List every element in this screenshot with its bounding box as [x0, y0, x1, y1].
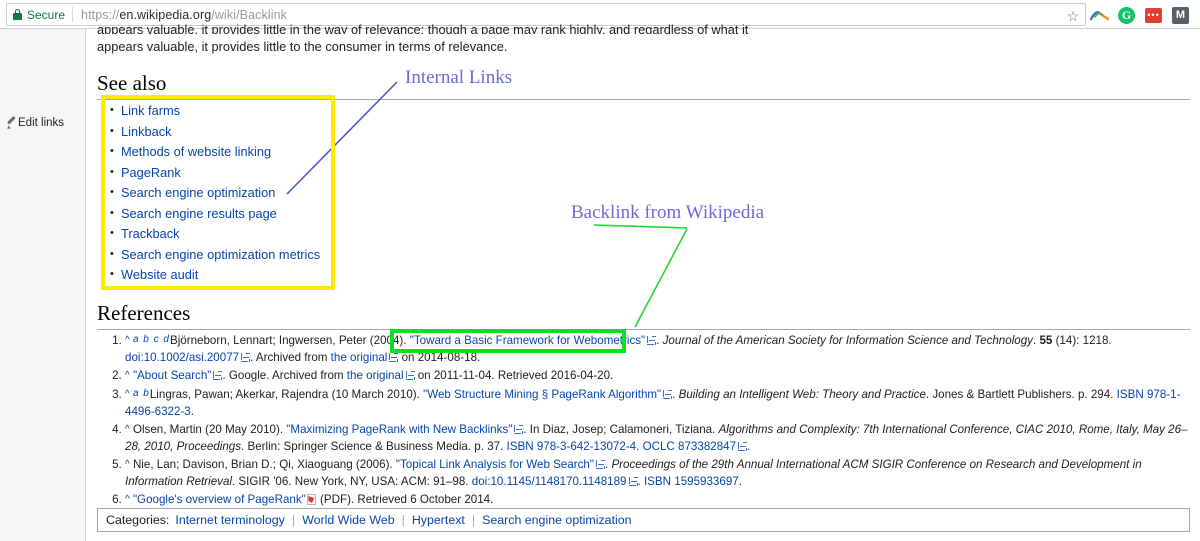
annotation-overlay-2	[634, 228, 688, 328]
secure-label: Secure	[27, 7, 66, 22]
annotation-backlink-from-wikipedia: Backlink from Wikipedia	[571, 202, 765, 223]
left-sidebar: Edit links	[0, 29, 86, 541]
article-content: appears valuable, it provides little in …	[87, 22, 1200, 541]
edit-links-label: Edit links	[18, 117, 65, 129]
annotation-internal-links: Internal Links	[405, 67, 513, 88]
lock-icon	[13, 9, 22, 20]
wikipedia-page: Edit links appears valuable, it provides…	[0, 22, 1200, 541]
pencil-icon	[7, 118, 17, 128]
omnibox-divider	[72, 7, 74, 22]
backlink-pointer-line-2	[634, 228, 688, 328]
edit-links-button[interactable]: Edit links	[7, 117, 64, 129]
